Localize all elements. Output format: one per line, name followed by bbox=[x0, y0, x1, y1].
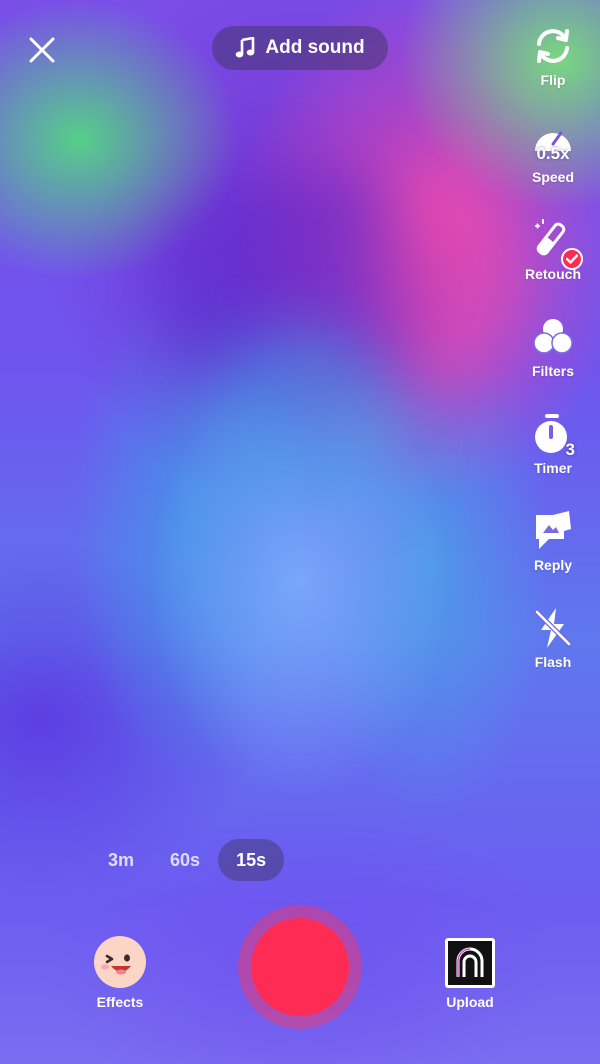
effects-label: Effects bbox=[96, 994, 144, 1010]
music-note-icon bbox=[236, 37, 255, 58]
reply-button[interactable]: Reply bbox=[514, 507, 592, 604]
upload-button[interactable]: Upload bbox=[440, 938, 500, 1010]
timer-value: 3 bbox=[565, 440, 575, 459]
filters-button[interactable]: Filters bbox=[514, 313, 592, 410]
effects-face-icon bbox=[94, 936, 146, 988]
effects-button[interactable]: Effects bbox=[90, 936, 150, 1010]
close-icon bbox=[29, 37, 55, 63]
flash-button[interactable]: Flash bbox=[514, 604, 592, 701]
upload-label: Upload bbox=[446, 994, 494, 1010]
flash-off-icon bbox=[529, 604, 577, 652]
reply-icon bbox=[529, 507, 577, 555]
record-button-core bbox=[251, 918, 349, 1016]
filters-label: Filters bbox=[531, 363, 574, 379]
add-sound-label: Add sound bbox=[265, 37, 365, 58]
flip-label: Flip bbox=[540, 72, 566, 88]
record-button[interactable] bbox=[238, 905, 362, 1029]
speed-label: Speed bbox=[531, 169, 574, 185]
timer-label: Timer bbox=[534, 460, 572, 476]
flip-button[interactable]: Flip bbox=[514, 22, 592, 119]
filters-icon bbox=[529, 313, 577, 361]
duration-option-15s[interactable]: 15s bbox=[218, 839, 285, 881]
retouch-check-badge bbox=[561, 248, 583, 270]
duration-option-3m[interactable]: 3m bbox=[90, 839, 152, 881]
speed-value: 0.5x bbox=[536, 144, 570, 163]
gallery-preview-icon bbox=[456, 947, 484, 977]
wand-icon bbox=[529, 216, 583, 270]
speed-button[interactable]: 0.5x Speed bbox=[514, 119, 592, 216]
side-toolbar: Flip 0.5x Speed Retouch Filters 3 Timer … bbox=[514, 22, 592, 701]
retouch-button[interactable]: Retouch bbox=[514, 216, 592, 313]
reply-label: Reply bbox=[533, 557, 573, 573]
speed-gauge-icon: 0.5x bbox=[529, 119, 577, 167]
flip-icon bbox=[529, 22, 577, 70]
flash-label: Flash bbox=[534, 654, 572, 670]
stopwatch-icon: 3 bbox=[529, 410, 577, 459]
duration-option-60s[interactable]: 60s bbox=[152, 839, 218, 881]
add-sound-button[interactable]: Add sound bbox=[212, 26, 388, 70]
close-button[interactable] bbox=[26, 34, 58, 66]
timer-button[interactable]: 3 Timer bbox=[514, 410, 592, 507]
duration-selector: 3m 60s 15s bbox=[90, 839, 285, 881]
upload-thumbnail bbox=[445, 938, 495, 988]
